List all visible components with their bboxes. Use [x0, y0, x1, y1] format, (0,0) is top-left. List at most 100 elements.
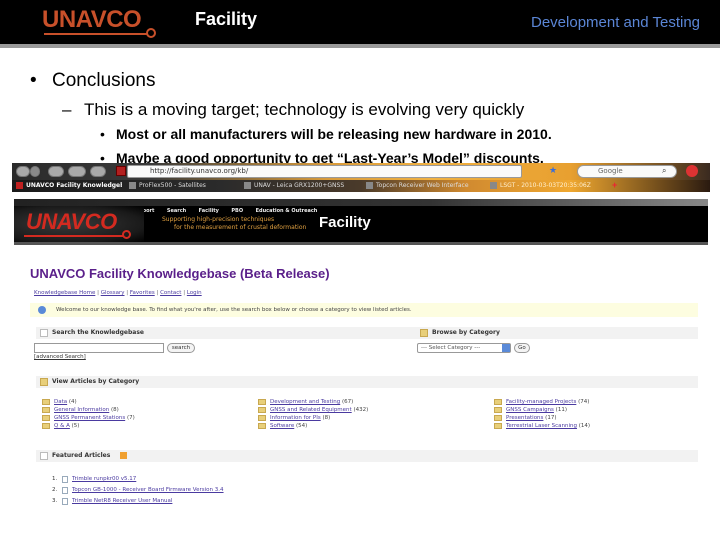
- category-link[interactable]: Terrestrial Laser Scanning: [506, 423, 577, 429]
- go-button[interactable]: Go: [514, 343, 530, 353]
- category-link[interactable]: General Information: [54, 407, 109, 413]
- section-title: Search the Knowledgebase: [52, 329, 144, 336]
- document-icon: [62, 476, 68, 483]
- category-count: (432): [353, 407, 369, 413]
- folder-icon: [258, 399, 266, 405]
- browser-tabs: UNAVCO Facility Knowledgebase... ProFlex…: [12, 180, 710, 192]
- category-item[interactable]: GNSS Permanent Stations (7): [42, 414, 135, 422]
- site-logo[interactable]: UNAVCO: [26, 209, 117, 235]
- tab-label: UNAVCO Facility Knowledgebase...: [26, 182, 122, 189]
- featured-item[interactable]: 2. Topcon GB-1000 - Receiver Board Firmwa…: [52, 485, 224, 496]
- category-item[interactable]: Data (4): [42, 398, 135, 406]
- bullet-level2: – This is a moving target; technology is …: [62, 100, 524, 120]
- category-link[interactable]: Presentations: [506, 415, 543, 421]
- site-favicon-icon: [116, 166, 126, 176]
- tab-topcon[interactable]: Topcon Receiver Web Interface: [364, 181, 484, 191]
- url-input[interactable]: http://facility.unavco.org/kb/: [127, 165, 522, 178]
- nav-education-outreach[interactable]: Education & Outreach: [256, 208, 318, 215]
- category-item[interactable]: Q & A (5): [42, 422, 135, 430]
- category-count: (14): [578, 423, 591, 429]
- category-item[interactable]: Terrestrial Laser Scanning (14): [494, 422, 590, 430]
- featured-section-header: Featured Articles: [36, 450, 698, 462]
- category-link[interactable]: GNSS Permanent Stations: [54, 415, 125, 421]
- welcome-message: Welcome to our knowledge base. To find w…: [30, 303, 698, 317]
- tab-knowledgebase[interactable]: UNAVCO Facility Knowledgebase...: [14, 181, 122, 191]
- stop-button[interactable]: [68, 166, 86, 177]
- kb-search-input[interactable]: [34, 343, 164, 353]
- tab-favicon-icon: [16, 182, 23, 189]
- featured-item[interactable]: 3. Trimble NetR8 Receiver User Manual: [52, 496, 224, 507]
- reload-button[interactable]: [48, 166, 64, 177]
- category-item[interactable]: Information for PIs (8): [258, 414, 368, 422]
- nav-search[interactable]: Search: [167, 208, 186, 215]
- featured-link[interactable]: Trimble NetR8 Receiver User Manual: [72, 498, 172, 504]
- nav-pbo[interactable]: PBO: [231, 208, 243, 215]
- category-count: (5): [71, 423, 80, 429]
- category-item[interactable]: Development and Testing (67): [258, 398, 368, 406]
- folder-icon: [420, 329, 428, 337]
- document-icon: [62, 498, 68, 505]
- category-count: (4): [68, 399, 77, 405]
- category-column: Data (4) General Information (8) GNSS Pe…: [42, 398, 135, 430]
- document-icon: [40, 452, 48, 460]
- category-column: Facility-managed Projects (74) GNSS Camp…: [494, 398, 590, 430]
- adblock-icon[interactable]: [686, 165, 698, 177]
- category-count: (74): [578, 399, 590, 405]
- link-favorites[interactable]: Favorites: [130, 290, 155, 296]
- category-item[interactable]: General Information (8): [42, 406, 135, 414]
- category-item[interactable]: GNSS and Related Equipment (432): [258, 406, 368, 414]
- category-link[interactable]: Development and Testing: [270, 399, 340, 405]
- category-select[interactable]: --- Select Category ---: [417, 343, 511, 353]
- category-link[interactable]: Facility-managed Projects: [506, 399, 576, 405]
- slide-header: UNAVCO Facility Development and Testing: [0, 0, 720, 44]
- category-item[interactable]: GNSS Campaigns (11): [494, 406, 590, 414]
- link-contact[interactable]: Contact: [160, 290, 181, 296]
- kb-page-title: UNAVCO Facility Knowledgebase (Beta Rele…: [30, 266, 330, 281]
- tab-proflex500[interactable]: ProFlex500 - Satellites: [127, 181, 237, 191]
- folder-icon: [42, 407, 50, 413]
- link-kb-home[interactable]: Knowledgebase Home: [34, 290, 95, 296]
- tagline-line2: for the measurement of crustal deformati…: [174, 224, 307, 231]
- unavco-logo: UNAVCO: [42, 6, 162, 38]
- category-item[interactable]: Facility-managed Projects (74): [494, 398, 590, 406]
- back-button[interactable]: [16, 166, 30, 177]
- category-link[interactable]: Information for PIs: [270, 415, 321, 421]
- featured-link[interactable]: Topcon GB-1000 - Receiver Board Firmware…: [72, 487, 224, 493]
- featured-number: 1.: [52, 476, 58, 482]
- category-link[interactable]: GNSS Campaigns: [506, 407, 554, 413]
- slide-section-title: Development and Testing: [531, 14, 700, 31]
- dash-glyph: –: [62, 100, 72, 119]
- nav-facility[interactable]: Facility: [199, 208, 219, 215]
- home-button[interactable]: [90, 166, 106, 177]
- tab-label: Topcon Receiver Web Interface: [376, 182, 469, 189]
- bullet-text: Most or all manufacturers will be releas…: [116, 126, 552, 142]
- advanced-search-link[interactable]: [advanced Search]: [34, 354, 86, 360]
- category-item[interactable]: Presentations (17): [494, 414, 590, 422]
- category-link[interactable]: Q & A: [54, 423, 70, 429]
- forward-button[interactable]: [30, 166, 40, 177]
- featured-item[interactable]: 1. Trimble runpkr00 v5.17: [52, 474, 224, 485]
- category-select-value: --- Select Category ---: [421, 345, 481, 351]
- link-login[interactable]: Login: [187, 290, 202, 296]
- category-link[interactable]: Software: [270, 423, 294, 429]
- search-section-header: Search the Knowledgebase: [36, 327, 416, 339]
- rss-icon[interactable]: [120, 452, 128, 459]
- welcome-text: Welcome to our knowledge base. To find w…: [56, 307, 412, 313]
- search-icon[interactable]: ⌕: [662, 166, 666, 176]
- kb-links: Knowledgebase Home | Glossary | Favorite…: [34, 290, 202, 296]
- kb-search-button[interactable]: search: [167, 343, 195, 353]
- new-tab-button[interactable]: +: [612, 180, 617, 190]
- category-link[interactable]: Data: [54, 399, 67, 405]
- category-link[interactable]: GNSS and Related Equipment: [270, 407, 352, 413]
- tab-lsgt[interactable]: LSGT - 2010-03-03T20:35:06Z: [488, 181, 608, 191]
- featured-link[interactable]: Trimble runpkr00 v5.17: [72, 476, 136, 482]
- category-count: (67): [341, 399, 354, 405]
- tagline-line1: Supporting high-precision techniques: [162, 216, 275, 223]
- logo-underline: [44, 33, 148, 35]
- tab-leica-grx1200[interactable]: UNAV - Leica GRX1200+GNSS: [242, 181, 360, 191]
- category-item[interactable]: Software (54): [258, 422, 368, 430]
- category-count: (11): [555, 407, 567, 413]
- folder-icon: [494, 399, 502, 405]
- bookmark-star-icon[interactable]: ★: [549, 165, 557, 176]
- link-glossary[interactable]: Glossary: [101, 290, 125, 296]
